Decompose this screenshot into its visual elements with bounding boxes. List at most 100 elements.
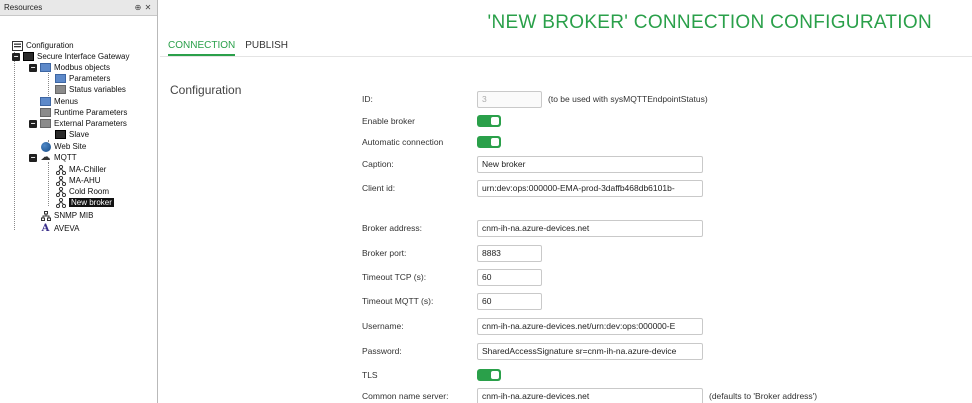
slave-icon xyxy=(55,130,66,139)
status-variables-icon xyxy=(55,85,66,94)
globe-icon xyxy=(40,141,51,152)
password-field[interactable] xyxy=(477,342,703,360)
field-row-client-id: Client id: xyxy=(362,178,703,198)
tree-label: Cold Room xyxy=(69,187,110,196)
field-label: Password: xyxy=(362,346,402,356)
tree-item-new-broker[interactable]: New broker xyxy=(55,197,114,208)
collapse-icon[interactable]: − xyxy=(12,52,20,61)
client-id-field[interactable] xyxy=(477,179,703,197)
tree-label: MQTT xyxy=(54,153,77,162)
collapse-icon[interactable]: − xyxy=(29,153,37,162)
tree-item-parameters[interactable]: Parameters xyxy=(55,73,110,84)
broker-icon xyxy=(55,186,66,197)
main-panel: 'NEW BROKER' CONNECTION CONFIGURATION CO… xyxy=(160,0,972,403)
tree-label: SNMP MIB xyxy=(54,211,94,220)
enable-broker-toggle[interactable] xyxy=(477,115,501,127)
tree-connector xyxy=(48,162,49,206)
field-row-timeout-tcp: Timeout TCP (s): xyxy=(362,267,542,287)
tree-item-snmp-mib[interactable]: SNMP MIB xyxy=(40,210,93,221)
tree-item-ma-ahu[interactable]: MA-AHU xyxy=(55,175,101,186)
tree-item-cold-room[interactable]: Cold Room xyxy=(55,186,109,197)
field-row-broker-port: Broker port: xyxy=(362,243,542,263)
tree-label-selected: New broker xyxy=(69,198,114,207)
close-icon[interactable]: ✕ xyxy=(143,3,153,12)
tree-item-status-variables[interactable]: Status variables xyxy=(55,84,126,95)
resources-header: Resources ⊕ ✕ xyxy=(0,0,157,16)
field-row-automatic-connection: Automatic connection xyxy=(362,132,501,152)
field-row-timeout-mqtt: Timeout MQTT (s): xyxy=(362,291,542,311)
field-label: Client id: xyxy=(362,183,396,193)
parameters-icon xyxy=(55,74,66,83)
broker-port-field[interactable] xyxy=(477,244,542,262)
caption-field[interactable] xyxy=(477,155,703,173)
collapse-icon[interactable]: − xyxy=(29,119,37,128)
field-row-broker-address: Broker address: xyxy=(362,218,703,238)
tree-item-aveva[interactable]: A AVEVA xyxy=(40,223,80,234)
common-name-server-field[interactable] xyxy=(477,387,703,403)
tree-item-secure-interface-gateway[interactable]: − Secure Interface Gateway xyxy=(12,51,130,62)
gateway-icon xyxy=(23,52,34,61)
automatic-connection-toggle[interactable] xyxy=(477,136,501,148)
timeout-tcp-field[interactable] xyxy=(477,268,542,286)
tree-item-mqtt[interactable]: − ☁ MQTT xyxy=(29,152,77,163)
field-label: Timeout MQTT (s): xyxy=(362,296,434,306)
field-row-tls: TLS xyxy=(362,365,501,385)
tree-connector xyxy=(48,73,49,96)
field-label: Caption: xyxy=(362,159,394,169)
tab-publish[interactable]: PUBLISH xyxy=(245,40,288,56)
cloud-icon: ☁ xyxy=(40,151,51,163)
modbus-icon xyxy=(40,63,51,72)
tree-connector xyxy=(14,52,15,230)
tree-label: Secure Interface Gateway xyxy=(37,52,130,61)
broker-icon xyxy=(55,175,66,186)
tab-divider xyxy=(160,56,972,57)
field-label: Broker address: xyxy=(362,223,422,233)
tree-item-ma-chiller[interactable]: MA-Chiller xyxy=(55,164,106,175)
tree-label: Status variables xyxy=(69,85,126,94)
toggle-knob xyxy=(491,371,499,379)
tree-item-web-site[interactable]: Web Site xyxy=(40,141,86,152)
network-icon xyxy=(40,210,51,221)
tab-connection[interactable]: CONNECTION xyxy=(168,40,236,56)
tree-label: Web Site xyxy=(54,142,87,151)
tree-label: Parameters xyxy=(69,74,111,83)
field-label: ID: xyxy=(362,94,373,104)
field-row-username: Username: xyxy=(362,316,703,336)
tree-label: AVEVA xyxy=(54,224,80,233)
field-label: Automatic connection xyxy=(362,137,444,147)
username-field[interactable] xyxy=(477,317,703,335)
resources-title: Resources xyxy=(4,3,43,12)
broker-icon xyxy=(55,164,66,175)
field-label: TLS xyxy=(362,370,378,380)
runtime-icon xyxy=(40,108,51,117)
field-row-enable-broker: Enable broker xyxy=(362,111,501,131)
collapse-icon[interactable]: − xyxy=(29,63,37,72)
aveva-icon: A xyxy=(41,222,50,234)
field-hint: (to be used with sysMQTTEndpointStatus) xyxy=(548,94,708,104)
toggle-knob xyxy=(491,138,499,146)
broker-address-field[interactable] xyxy=(477,219,703,237)
timeout-mqtt-field[interactable] xyxy=(477,292,542,310)
tree-label: Modbus objects xyxy=(54,63,111,72)
field-row-password: Password: xyxy=(362,341,703,361)
tree-item-runtime-parameters[interactable]: Runtime Parameters xyxy=(40,107,127,118)
field-label: Broker port: xyxy=(362,248,407,258)
field-row-caption: Caption: xyxy=(362,154,703,174)
id-field[interactable] xyxy=(477,90,542,108)
toggle-knob xyxy=(491,117,499,125)
tree-item-modbus-objects[interactable]: − Modbus objects xyxy=(29,62,110,73)
pin-icon[interactable]: ⊕ xyxy=(133,3,143,12)
tree-label: Configuration xyxy=(26,41,74,50)
tls-toggle[interactable] xyxy=(477,369,501,381)
tree-item-slave[interactable]: Slave xyxy=(55,129,89,140)
tree-label: External Parameters xyxy=(54,119,127,128)
page-title: 'NEW BROKER' CONNECTION CONFIGURATION xyxy=(487,12,932,33)
tree-item-menus[interactable]: Menus xyxy=(40,96,78,107)
menus-icon xyxy=(40,97,51,106)
field-label: Timeout TCP (s): xyxy=(362,272,427,282)
field-label: Common name server: xyxy=(362,391,449,401)
tree-item-configuration[interactable]: Configuration xyxy=(12,40,74,51)
field-row-id: ID: (to be used with sysMQTTEndpointStat… xyxy=(362,89,708,109)
tree-item-external-parameters[interactable]: − External Parameters xyxy=(29,118,127,129)
resources-panel: Resources ⊕ ✕ Configuration − Secure Int… xyxy=(0,0,158,403)
